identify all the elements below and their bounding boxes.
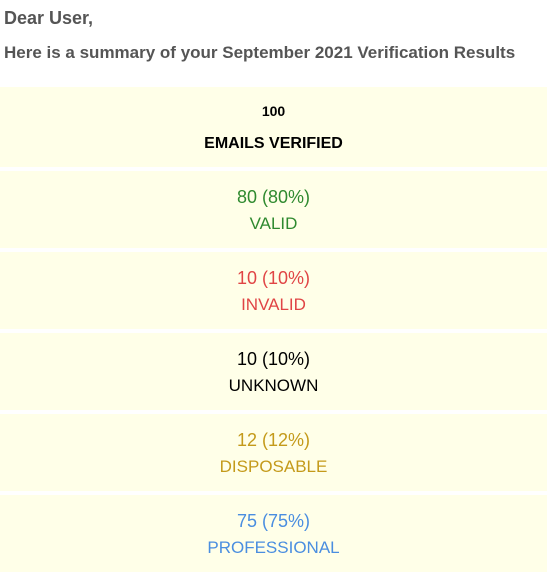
valid-label: VALID [0,214,547,234]
invalid-block: 10 (10%) INVALID [0,252,547,329]
unknown-label: UNKNOWN [0,376,547,396]
greeting-text: Dear User, [0,0,547,43]
valid-block: 80 (80%) VALID [0,171,547,248]
disposable-block: 12 (12%) DISPOSABLE [0,414,547,491]
disposable-label: DISPOSABLE [0,457,547,477]
unknown-block: 10 (10%) UNKNOWN [0,333,547,410]
unknown-value: 10 (10%) [0,349,547,370]
invalid-label: INVALID [0,295,547,315]
total-block: 100 EMAILS VERIFIED [0,87,547,167]
total-value: 100 [0,103,547,119]
valid-value: 80 (80%) [0,187,547,208]
invalid-value: 10 (10%) [0,268,547,289]
professional-label: PROFESSIONAL [0,538,547,558]
total-label: EMAILS VERIFIED [0,135,547,153]
summary-line: Here is a summary of your September 2021… [0,43,547,87]
professional-block: 75 (75%) PROFESSIONAL [0,495,547,572]
professional-value: 75 (75%) [0,511,547,532]
disposable-value: 12 (12%) [0,430,547,451]
